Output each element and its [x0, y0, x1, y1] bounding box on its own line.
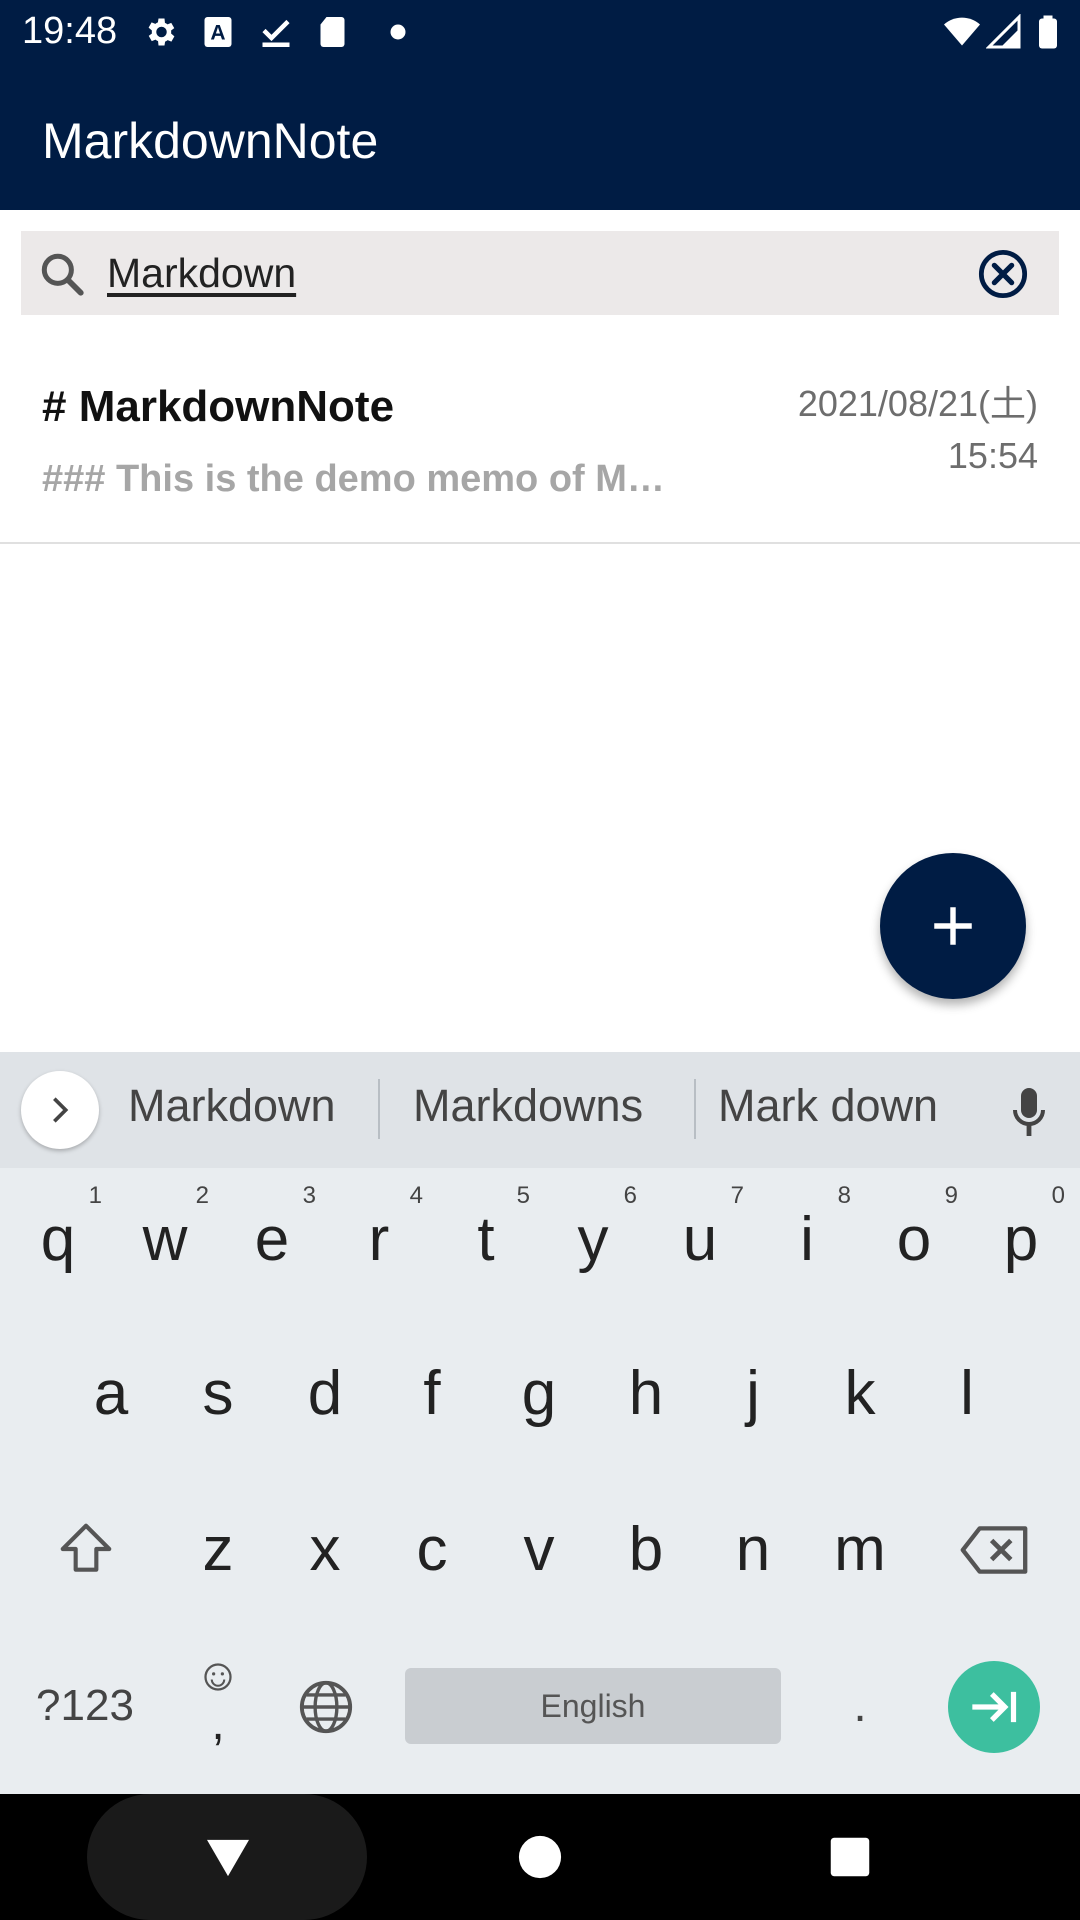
home-button[interactable] [517, 1834, 563, 1880]
key-t[interactable]: t5 [436, 1180, 536, 1300]
key-i[interactable]: i8 [757, 1180, 857, 1300]
clear-icon[interactable] [977, 248, 1029, 300]
key-x[interactable]: x [275, 1490, 375, 1610]
svg-text:A: A [210, 22, 225, 45]
key-c[interactable]: c [382, 1490, 482, 1610]
key-g[interactable]: g [489, 1334, 589, 1454]
shift-icon [60, 1523, 112, 1572]
enter-key[interactable] [948, 1661, 1040, 1753]
key-k[interactable]: k [810, 1334, 910, 1454]
recents-button[interactable] [829, 1836, 871, 1878]
backspace-key[interactable] [944, 1490, 1044, 1610]
key-m[interactable]: m [810, 1490, 910, 1610]
status-time: 19:48 [22, 10, 118, 52]
keyboard-a-icon: A [204, 17, 232, 47]
key-o[interactable]: o9 [864, 1180, 964, 1300]
key-d[interactable]: d [275, 1334, 375, 1454]
suggestion-1[interactable]: Markdown [128, 1080, 336, 1132]
signal-icon [986, 14, 1021, 49]
chevron-right-icon [53, 1097, 69, 1123]
search-icon [41, 253, 84, 296]
key-q[interactable]: q1 [8, 1180, 108, 1300]
key-a[interactable]: a [61, 1334, 161, 1454]
key-z[interactable]: z [168, 1490, 268, 1610]
suggestion-divider [694, 1079, 696, 1139]
key-h[interactable]: h [596, 1334, 696, 1454]
key-s[interactable]: s [168, 1334, 268, 1454]
suggestion-2[interactable]: Markdowns [413, 1080, 643, 1132]
shift-key[interactable] [36, 1490, 136, 1610]
note-list-item[interactable]: # MarkdownNote ### This is the demo memo… [0, 340, 1080, 544]
space-key[interactable]: English [405, 1668, 781, 1744]
back-triangle-icon [207, 1839, 249, 1877]
tab-next-icon [972, 1691, 1017, 1723]
plus-icon [934, 907, 972, 945]
status-bar: 19:48 A [0, 0, 1080, 63]
note-title: # MarkdownNote [42, 382, 395, 431]
soft-keyboard: Markdown Markdowns Mark down q1 w2 e3 r4… [0, 1052, 1080, 1794]
app-title: MarkdownNote [42, 113, 379, 169]
suggestion-expand-button[interactable] [21, 1071, 99, 1149]
symbols-key[interactable]: ?123 [22, 1646, 148, 1766]
key-e[interactable]: e3 [222, 1180, 322, 1300]
search-input[interactable] [107, 243, 967, 303]
search-bar[interactable] [21, 231, 1059, 315]
key-v[interactable]: v [489, 1490, 589, 1610]
key-j[interactable]: j [703, 1334, 803, 1454]
note-preview: ### This is the demo memo of M… [42, 458, 665, 500]
key-l[interactable]: l [917, 1334, 1017, 1454]
app-bar: MarkdownNote [0, 63, 1080, 210]
globe-icon [299, 1680, 353, 1734]
sd-card-icon [320, 17, 345, 47]
note-time: 15:54 [947, 435, 1038, 476]
back-button[interactable] [87, 1794, 367, 1920]
suggestion-divider [378, 1079, 380, 1139]
add-note-button[interactable] [880, 853, 1026, 999]
suggestion-3[interactable]: Mark down [718, 1080, 938, 1132]
navigation-bar [0, 1794, 1080, 1920]
key-b[interactable]: b [596, 1490, 696, 1610]
key-w[interactable]: w2 [115, 1180, 215, 1300]
note-date: 2021/08/21(土) [797, 383, 1038, 424]
key-r[interactable]: r4 [329, 1180, 429, 1300]
settings-icon [148, 18, 175, 46]
battery-icon [1039, 15, 1057, 49]
note-timestamp: 2021/08/21(土) 15:54 [798, 378, 1038, 482]
suggestion-strip: Markdown Markdowns Mark down [0, 1052, 1080, 1168]
dot-icon [390, 24, 406, 40]
key-y[interactable]: y6 [543, 1180, 643, 1300]
key-f[interactable]: f [382, 1334, 482, 1454]
key-p[interactable]: p0 [971, 1180, 1071, 1300]
key-u[interactable]: u7 [650, 1180, 750, 1300]
language-key[interactable] [275, 1646, 375, 1766]
period-key[interactable]: . [810, 1646, 910, 1766]
microphone-icon[interactable] [1004, 1084, 1054, 1140]
backspace-icon [960, 1526, 1028, 1574]
comma-key[interactable]: , [168, 1646, 268, 1766]
wifi-icon [944, 17, 980, 46]
key-n[interactable]: n [703, 1490, 803, 1610]
download-check-icon [262, 19, 290, 47]
